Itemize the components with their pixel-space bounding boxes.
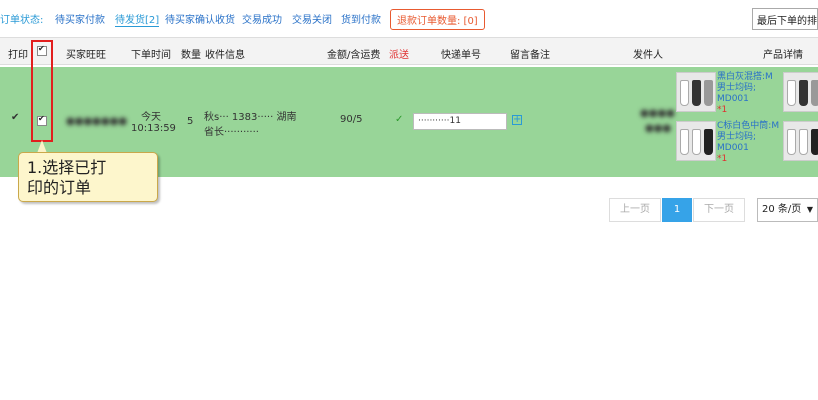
order-day: 今天	[141, 112, 161, 123]
sender-detail: ●●●	[645, 123, 672, 134]
recipient-line2: 省长···········	[204, 127, 259, 138]
header-tracking: 快递单号	[441, 50, 481, 61]
buyer-name: ●●●●●●●	[66, 116, 128, 127]
product-thumbnail[interactable]	[783, 121, 818, 161]
header-recipient: 收件信息	[205, 50, 245, 61]
header-sender: 发件人	[633, 50, 663, 61]
product-thumbnail[interactable]	[783, 72, 818, 112]
order-status-label: 订单状态:	[0, 15, 44, 26]
prev-page-button[interactable]: 上一页	[609, 198, 661, 222]
order-quantity: 5	[187, 116, 194, 127]
annotation-highlight-box	[31, 40, 53, 142]
header-dispatch[interactable]: 派送	[389, 46, 409, 61]
annotation-line2: 印的订单	[27, 178, 92, 197]
header-print: 打印	[8, 50, 28, 61]
dispatch-check-icon: ✓	[395, 114, 404, 125]
refund-orders-button[interactable]: 退款订单数量: [0]	[390, 9, 485, 30]
header-buyer: 买家旺旺	[66, 50, 106, 61]
product-sku: MD001	[717, 94, 749, 104]
printed-check-icon: ✔	[11, 112, 20, 123]
product-size: 男士均码;	[717, 132, 757, 142]
header-product: 产品详情	[763, 50, 803, 61]
order-status-bar: 订单状态: 待买家付款 待发货[2] 待买家确认收货 交易成功 交易关闭 货到付…	[0, 7, 818, 30]
page-1-button[interactable]: 1	[662, 198, 692, 222]
header-order-time: 下单时间	[131, 50, 171, 61]
add-tracking-icon[interactable]: +	[512, 115, 522, 125]
sort-order-select[interactable]: 最后下单的排在	[752, 8, 818, 30]
sender-name: ●●●●	[640, 108, 675, 119]
recipient-line1: 秋s··· 1383····· 湖南	[204, 112, 297, 123]
tab-awaiting-payment[interactable]: 待买家付款	[55, 11, 105, 26]
product-qty: *1	[717, 105, 728, 115]
product-thumbnail[interactable]	[676, 72, 716, 112]
product-sku: MD001	[717, 143, 749, 153]
header-quantity: 数量	[181, 50, 201, 61]
next-page-button[interactable]: 下一页	[693, 198, 745, 222]
header-note: 留言备注	[510, 50, 550, 61]
product-size: 男士均码;	[717, 83, 757, 93]
product-info: 黑白灰混搭:M 男士均码; MD001 *1	[717, 72, 773, 116]
order-amount: 90/5	[340, 114, 363, 125]
tab-awaiting-shipment[interactable]: 待发货[2]	[115, 11, 160, 27]
orders-table-header: 打印 买家旺旺 下单时间 数量 收件信息 金额/含运费 派送 快递单号 留言备注…	[0, 37, 818, 65]
product-thumbnail[interactable]	[676, 121, 716, 161]
product-name[interactable]: C标白色中筒:M	[717, 121, 779, 132]
annotation-callout: 1.选择已打 印的订单	[18, 152, 158, 202]
tab-cash-on-delivery[interactable]: 货到付款	[341, 11, 381, 26]
page-size-select[interactable]: 20 条/页 ▼	[757, 198, 818, 222]
header-amount: 金额/含运费	[327, 50, 381, 61]
product-qty: *1	[717, 154, 728, 164]
order-time: 10:13:59	[131, 123, 176, 134]
tab-trade-success[interactable]: 交易成功	[242, 11, 282, 26]
product-name[interactable]: 黑白灰混搭:M	[717, 72, 773, 83]
chevron-down-icon: ▼	[806, 205, 813, 214]
tab-trade-closed[interactable]: 交易关闭	[292, 11, 332, 26]
page-size-value: 20 条/页	[762, 204, 802, 215]
annotation-line1: 1.选择已打	[27, 158, 107, 177]
product-info: C标白色中筒:M 男士均码; MD001 *1	[717, 121, 779, 165]
tracking-number-input[interactable]: ···········11	[413, 113, 507, 130]
tab-awaiting-confirmation[interactable]: 待买家确认收货	[165, 11, 235, 26]
